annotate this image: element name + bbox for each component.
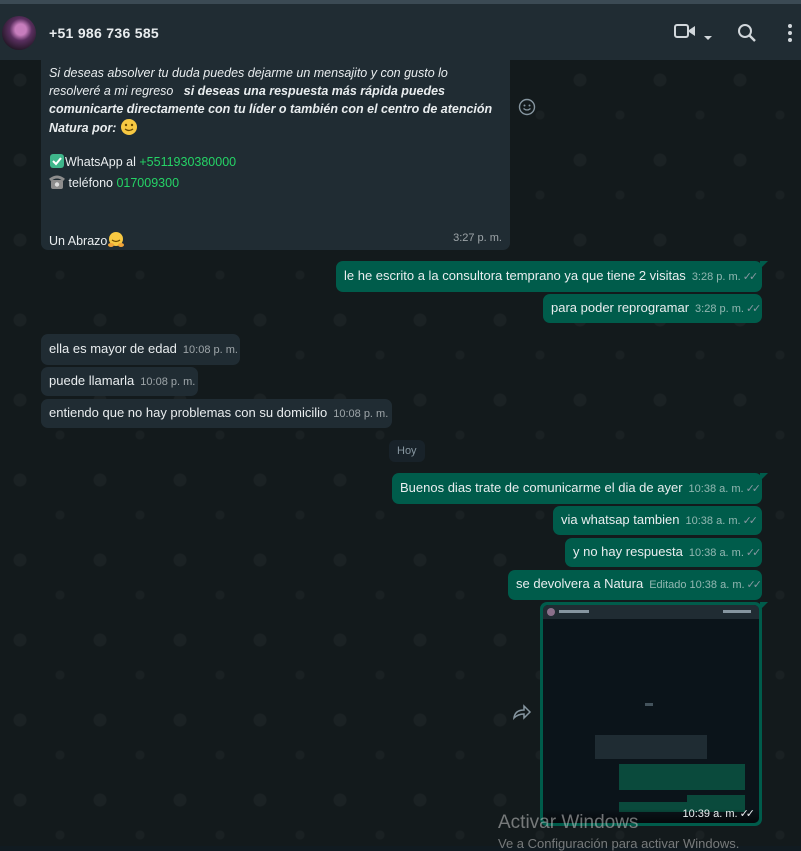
hug-emoji-icon — [107, 231, 125, 254]
double-check-icon: ✓✓ — [746, 579, 763, 591]
message-time: 10:08 p. m. — [182, 344, 238, 356]
message-time: 10:38 a. m. — [688, 547, 744, 559]
message-line: Si deseas absolver tu duda puedes dejarm… — [49, 66, 448, 80]
auto-reply-message[interactable]: Si deseas absolver tu duda puedes dejarm… — [41, 60, 510, 250]
double-check-icon: ✓✓ — [739, 808, 756, 820]
message-time: 10:08 p. m. — [333, 408, 389, 420]
outgoing-message[interactable]: Buenos dias trate de comunicarme el dia … — [392, 473, 762, 504]
double-check-icon: ✓✓ — [745, 303, 762, 315]
screenshot-thumbnail[interactable] — [543, 605, 759, 823]
chat-header: +51 986 736 585 — [0, 4, 801, 60]
forward-icon[interactable] — [512, 704, 532, 725]
message-text: le he escrito a la consultora temprano y… — [344, 268, 686, 283]
message-time: 10:39 a. m. ✓✓ — [682, 807, 756, 820]
bubble-tail — [760, 602, 768, 610]
phone-label: teléfono — [68, 176, 113, 190]
message-line-bold: Natura por: — [49, 121, 117, 135]
message-time: 3:27 p. m. — [453, 232, 502, 244]
message-time: 3:28 p. m. — [691, 271, 741, 283]
double-check-icon: ✓✓ — [742, 271, 759, 283]
double-check-icon: ✓✓ — [742, 515, 759, 527]
outgoing-message[interactable]: para poder reprogramar 3:28 p. m. ✓✓ — [543, 294, 762, 323]
incoming-message[interactable]: puede llamarla 10:08 p. m. — [41, 367, 198, 396]
message-text: y no hay respuesta — [573, 544, 683, 559]
outgoing-message[interactable]: le he escrito a la consultora temprano y… — [336, 261, 762, 292]
message-time: 10:38 a. m. — [689, 579, 745, 591]
smile-emoji-icon — [120, 118, 138, 141]
message-time: 3:28 p. m. — [695, 303, 744, 315]
windows-activation-title: Activar Windows — [498, 812, 639, 833]
message-time: 10:08 p. m. — [140, 376, 196, 388]
incoming-message[interactable]: ella es mayor de edad 10:08 p. m. — [41, 334, 240, 365]
message-time: 10:38 a. m. — [688, 483, 744, 495]
reaction-emoji-icon[interactable] — [518, 98, 536, 121]
message-text: entiendo que no hay problemas con su dom… — [49, 405, 328, 420]
bubble-tail — [760, 261, 768, 269]
windows-activation-subtitle: Ve a Configuración para activar Windows. — [498, 836, 740, 851]
outgoing-message[interactable]: se devolvera a Natura Editado 10:38 a. m. ✓… — [508, 570, 762, 600]
message-text: ella es mayor de edad — [49, 341, 177, 356]
chat-area[interactable]: Si deseas absolver tu duda puedes dejarm… — [0, 60, 801, 846]
day-separator: Hoy — [389, 440, 425, 462]
message-line: resolveré a mi regreso — [49, 84, 174, 98]
image-message[interactable]: 10:39 a. m. ✓✓ — [540, 602, 762, 826]
kebab-menu-icon[interactable] — [787, 23, 793, 48]
chevron-down-icon[interactable] — [703, 28, 713, 46]
search-icon[interactable] — [737, 23, 757, 48]
outgoing-message[interactable]: via whatsap tambien 10:38 a. m. ✓✓ — [553, 506, 762, 535]
double-check-icon: ✓✓ — [745, 483, 762, 495]
message-text: para poder reprogramar — [551, 300, 690, 315]
message-text: puede llamarla — [49, 373, 135, 388]
video-call-icon[interactable] — [674, 22, 696, 45]
message-text: Buenos dias trate de comunicarme el dia … — [400, 480, 683, 495]
edited-label: Editado — [649, 579, 687, 591]
whatsapp-number-link[interactable]: +5511930380000 — [139, 155, 236, 169]
telephone-emoji-icon — [49, 174, 65, 195]
outgoing-message[interactable]: y no hay respuesta 10:38 a. m. ✓✓ — [565, 538, 762, 567]
message-line-bold: si deseas una respuesta más rápida puede… — [183, 84, 446, 98]
message-line-bold: comunicarte directamente con tu líder o … — [49, 102, 493, 116]
whatsapp-label: WhatsApp al — [65, 155, 136, 169]
double-check-icon: ✓✓ — [745, 547, 762, 559]
closing-text: Un Abrazo — [49, 234, 108, 248]
bubble-tail — [760, 473, 768, 481]
phone-number-link[interactable]: 017009300 — [116, 176, 179, 190]
message-text: se devolvera a Natura — [516, 576, 644, 591]
contact-avatar[interactable] — [2, 16, 36, 50]
check-mark-emoji-icon — [49, 153, 65, 174]
incoming-message[interactable]: entiendo que no hay problemas con su dom… — [41, 399, 392, 428]
message-text: via whatsap tambien — [561, 512, 680, 527]
message-time: 10:38 a. m. — [685, 515, 741, 527]
image-time-text: 10:39 a. m. — [682, 808, 738, 820]
contact-name[interactable]: +51 986 736 585 — [49, 25, 159, 41]
